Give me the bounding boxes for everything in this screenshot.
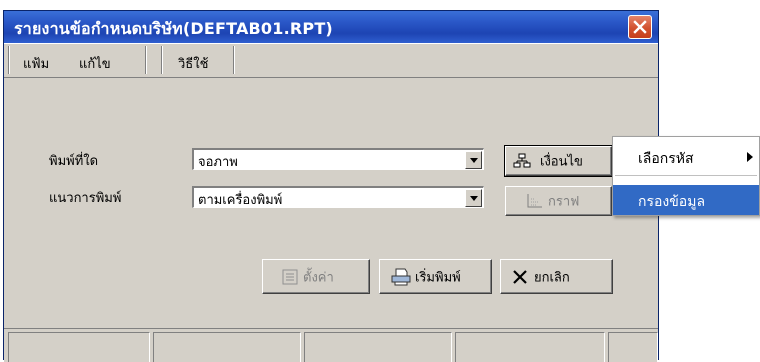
graph-button-label: กราฟ bbox=[548, 194, 580, 210]
status-pane-5 bbox=[608, 332, 658, 362]
settings-icon bbox=[282, 269, 298, 284]
orientation-label: แนวการพิมพ์ bbox=[49, 191, 122, 206]
orientation-dropdown-button[interactable] bbox=[465, 189, 482, 207]
chevron-down-icon bbox=[470, 196, 478, 201]
menu-bar: แฟ้ม แก้ไข วิธีใช้ bbox=[4, 43, 658, 78]
status-pane-3 bbox=[304, 332, 452, 362]
popup-item-filter-data[interactable]: กรองข้อมูล bbox=[613, 185, 759, 215]
condition-popup-menu: เลือกรหัส กรองข้อมูล bbox=[612, 136, 760, 216]
cancel-button[interactable]: ยกเลิก bbox=[500, 259, 613, 294]
printer-icon bbox=[391, 268, 411, 285]
settings-button-label: ตั้งค่า bbox=[303, 270, 334, 285]
menu-item-edit[interactable]: แก้ไข bbox=[79, 53, 111, 74]
status-pane-1 bbox=[8, 332, 150, 362]
menu-item-file[interactable]: แฟ้ม bbox=[23, 53, 49, 74]
condition-button[interactable]: เงื่อนไข bbox=[504, 145, 613, 177]
print-to-select[interactable]: จอภาพ bbox=[192, 148, 484, 170]
print-to-value: จอภาพ bbox=[198, 155, 238, 170]
close-x-icon bbox=[513, 269, 527, 284]
popup-separator bbox=[615, 175, 757, 177]
close-button[interactable] bbox=[628, 15, 652, 39]
print-to-label: พิมพ์ที่ใด bbox=[49, 154, 99, 169]
close-icon bbox=[633, 20, 647, 34]
submenu-arrow-icon bbox=[747, 152, 753, 162]
print-to-dropdown-button[interactable] bbox=[465, 151, 482, 169]
menu-group-file-edit: แฟ้ม แก้ไข bbox=[8, 46, 147, 74]
hierarchy-icon bbox=[513, 153, 531, 168]
start-print-button-label: เริ่มพิมพ์ bbox=[415, 270, 461, 285]
condition-button-label: เงื่อนไข bbox=[540, 154, 583, 170]
graph-button[interactable]: กราฟ bbox=[505, 186, 612, 216]
popup-item-filter-data-label: กรองข้อมูล bbox=[638, 194, 706, 210]
popup-item-select-code[interactable]: เลือกรหัส bbox=[613, 142, 759, 172]
menu-item-help[interactable]: วิธีใช้ bbox=[178, 53, 208, 74]
settings-button[interactable]: ตั้งค่า bbox=[262, 259, 370, 294]
report-window: รายงานข้อกำหนดบริษัท(DEFTAB01.RPT) แฟ้ม … bbox=[3, 10, 659, 362]
start-print-button[interactable]: เริ่มพิมพ์ bbox=[379, 259, 492, 294]
cancel-button-label: ยกเลิก bbox=[534, 270, 570, 285]
title-bar[interactable]: รายงานข้อกำหนดบริษัท(DEFTAB01.RPT) bbox=[4, 11, 658, 43]
graph-icon bbox=[527, 194, 542, 208]
chevron-down-icon bbox=[470, 158, 478, 163]
status-pane-2 bbox=[153, 332, 301, 362]
window-title: รายงานข้อกำหนดบริษัท(DEFTAB01.RPT) bbox=[14, 19, 333, 38]
orientation-value: ตามเครื่องพิมพ์ bbox=[198, 193, 283, 208]
popup-item-select-code-label: เลือกรหัส bbox=[638, 151, 694, 167]
status-pane-4 bbox=[455, 332, 605, 362]
status-bar bbox=[4, 328, 658, 362]
menu-group-help: วิธีใช้ bbox=[161, 46, 235, 74]
orientation-select[interactable]: ตามเครื่องพิมพ์ bbox=[192, 186, 484, 208]
